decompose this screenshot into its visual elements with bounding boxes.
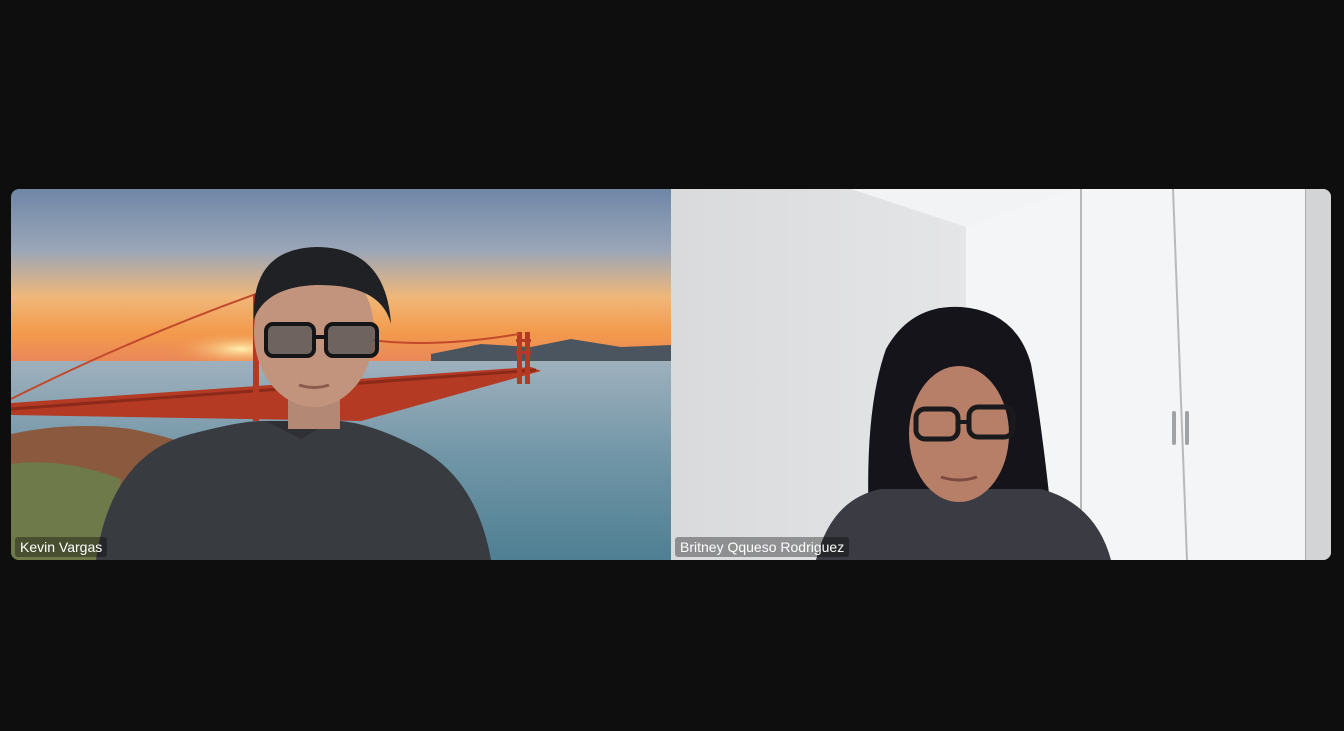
video-feed-britney: [671, 189, 1331, 560]
participant-video-tile-britney[interactable]: Britney Qqueso Rodriguez: [671, 189, 1331, 560]
meeting-window: { "participants": [ { "name": "Kevin Var…: [0, 0, 1344, 731]
participant-name-label: Kevin Vargas: [15, 537, 108, 557]
participant-name-label: Britney Qqueso Rodriguez: [675, 537, 850, 557]
video-feed-kevin: [11, 189, 671, 560]
participant-video-tile-kevin[interactable]: Kevin Vargas: [11, 189, 671, 560]
video-gallery: Kevin Vargas Britney Qqueso Rodriguez: [11, 189, 1331, 560]
